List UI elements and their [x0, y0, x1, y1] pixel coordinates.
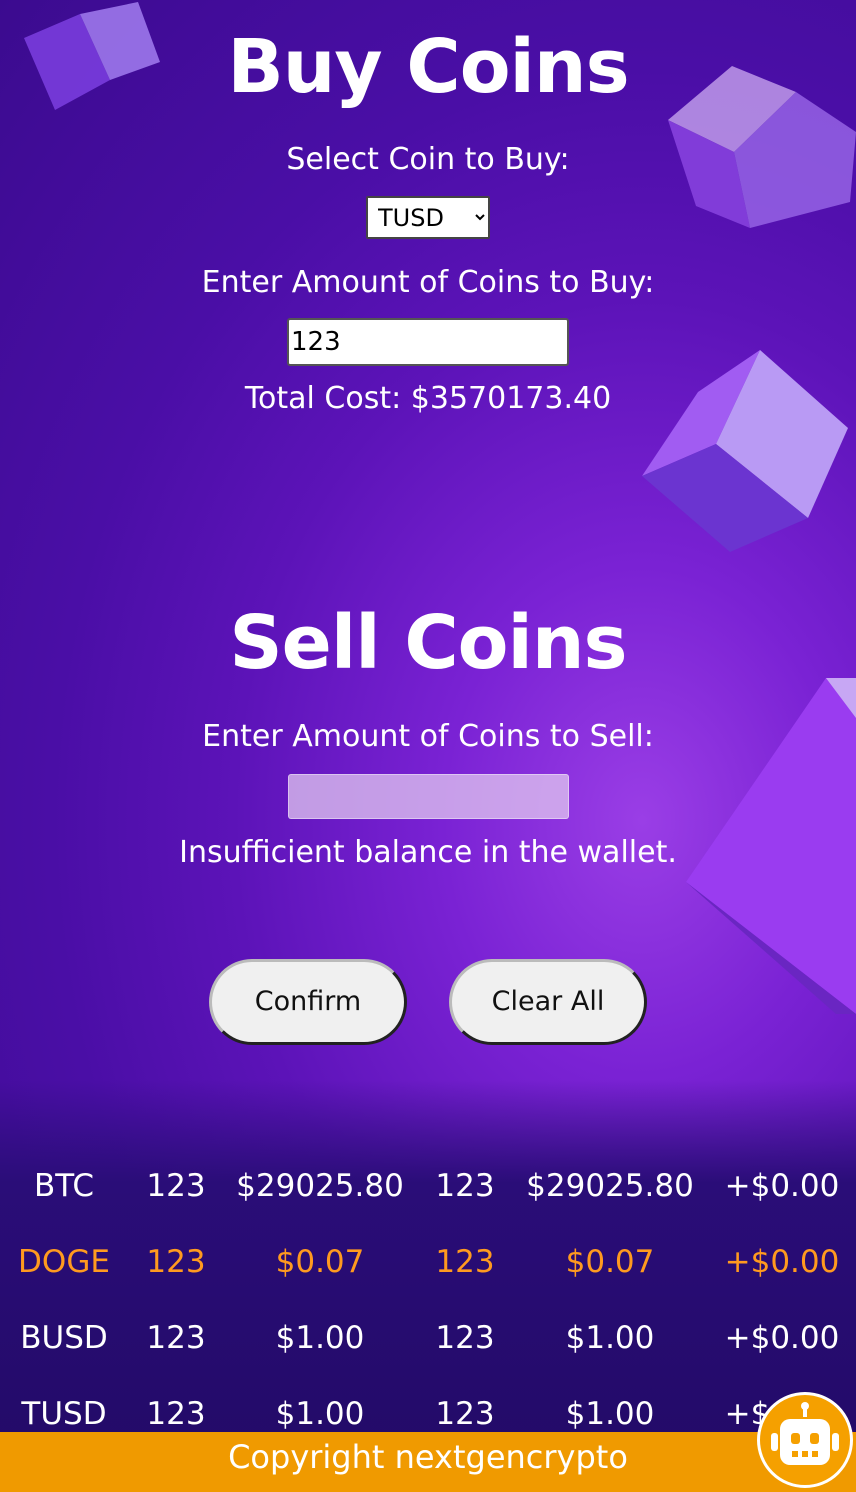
quantity-cell: 123 [146, 1244, 206, 1280]
sell-amount-input[interactable] [288, 774, 569, 819]
change-cell: +$0.00 [724, 1244, 840, 1280]
quantity-cell: 123 [146, 1168, 206, 1204]
price-cell: $0.07 [275, 1244, 365, 1280]
confirm-button[interactable]: Confirm [209, 959, 407, 1045]
footer-copyright: Copyright nextgencrypto [228, 1438, 628, 1476]
coin-symbol-cell: DOGE [18, 1244, 110, 1280]
coin-select[interactable]: TUSD [366, 196, 490, 239]
footer: Copyright nextgencrypto [0, 1432, 856, 1492]
table-row: BUSD 123 $1.00 123 $1.00 +$0.00 [0, 1320, 856, 1380]
buy-amount-label: Enter Amount of Coins to Buy: [201, 265, 655, 300]
buy-coins-title: Buy Coins [227, 24, 629, 110]
total-cost-text: Total Cost: $3570173.40 [244, 381, 612, 416]
table-row: DOGE 123 $0.07 123 $0.07 +$0.00 [0, 1244, 856, 1304]
chatbot-button[interactable] [757, 1392, 853, 1488]
quantity-cell: 123 [435, 1396, 495, 1432]
quantity-cell: 123 [435, 1320, 495, 1356]
buy-amount-input[interactable] [287, 318, 569, 366]
sell-coins-title: Sell Coins [229, 600, 627, 686]
price-cell: $0.07 [565, 1244, 655, 1280]
price-cell: $1.00 [275, 1320, 365, 1356]
price-cell: $1.00 [565, 1320, 655, 1356]
coin-symbol-cell: TUSD [21, 1396, 107, 1432]
quantity-cell: 123 [435, 1168, 495, 1204]
change-cell: +$0.00 [724, 1168, 840, 1204]
price-cell: $1.00 [275, 1396, 365, 1432]
robot-icon [771, 1402, 839, 1465]
sell-amount-label: Enter Amount of Coins to Sell: [202, 719, 654, 754]
quantity-cell: 123 [146, 1396, 206, 1432]
price-cell: $29025.80 [236, 1168, 404, 1204]
insufficient-balance-message: Insufficient balance in the wallet. [179, 835, 677, 870]
quantity-cell: 123 [435, 1244, 495, 1280]
change-cell: +$0.00 [724, 1320, 840, 1356]
price-cell: $1.00 [565, 1396, 655, 1432]
table-row: BTC 123 $29025.80 123 $29025.80 +$0.00 [0, 1168, 856, 1228]
decorative-cube-middle-right [642, 350, 848, 552]
clear-all-button[interactable]: Clear All [449, 959, 647, 1045]
coin-symbol-cell: BUSD [20, 1320, 108, 1356]
price-cell: $29025.80 [526, 1168, 694, 1204]
coin-symbol-cell: BTC [33, 1168, 95, 1204]
select-coin-label: Select Coin to Buy: [286, 142, 570, 177]
quantity-cell: 123 [146, 1320, 206, 1356]
